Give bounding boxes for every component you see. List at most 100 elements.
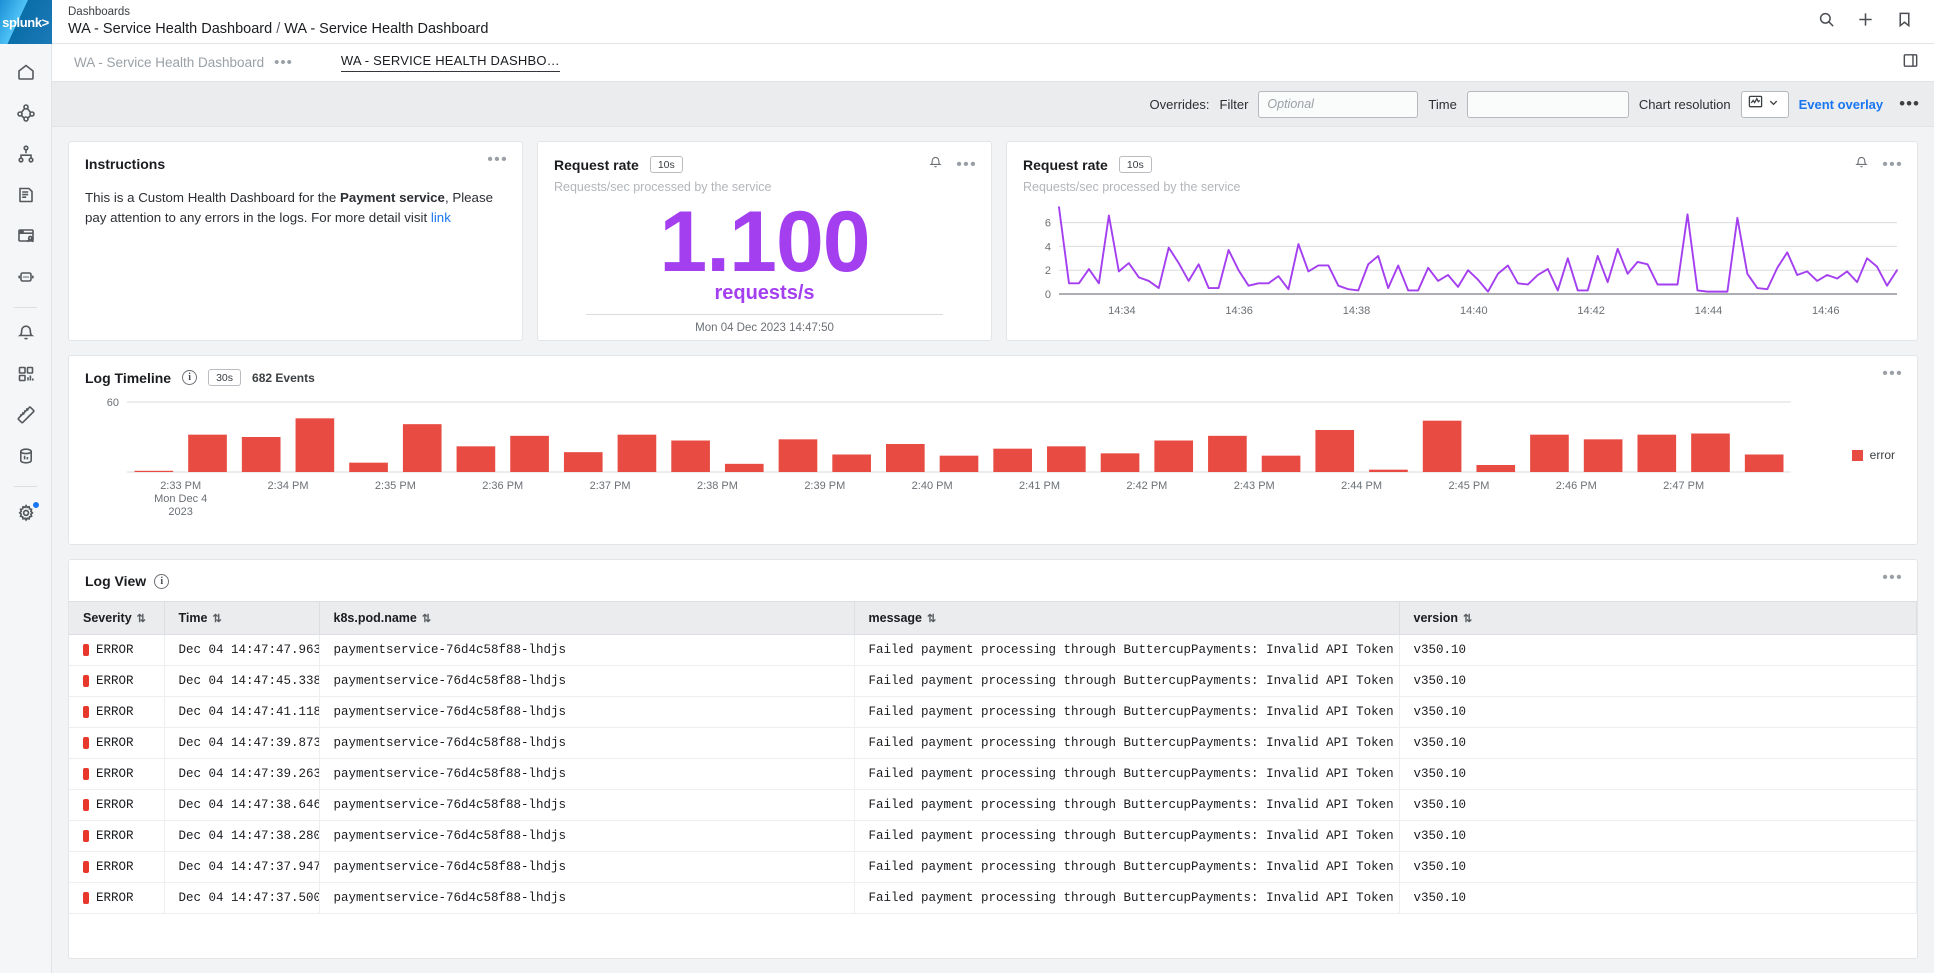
log-view-actions: ••• <box>1882 570 1903 586</box>
cell-severity: ERROR <box>69 665 165 697</box>
dashboard-content: Instructions ••• This is a Custom Health… <box>52 127 1934 973</box>
log-timeline-more-icon[interactable]: ••• <box>1882 366 1903 382</box>
cell-pod-name: paymentservice-76d4c58f88-lhdjs <box>319 882 855 914</box>
sort-arrows-icon[interactable]: ⇅ <box>1463 613 1472 625</box>
toolbar-more-icon[interactable]: ••• <box>1893 94 1920 114</box>
tab-service-health-dashboard[interactable]: WA - SERVICE HEALTH DASHBO… <box>335 44 566 81</box>
breadcrumb-group[interactable]: WA - Service Health Dashboard <box>68 21 272 37</box>
column-header-severity[interactable]: Severity ⇅ <box>69 601 165 635</box>
table-row[interactable]: ERROR Dec 04 14:47:37.947 paymentservice-7… <box>69 851 1917 883</box>
breadcrumb: Dashboards WA - Service Health Dashboard… <box>68 5 1817 39</box>
tab-dashboard-group-label: WA - Service Health Dashboard <box>74 55 265 70</box>
plus-icon[interactable] <box>1856 10 1875 34</box>
splunk-logo-text: splunk> <box>2 14 49 30</box>
cell-severity: ERROR <box>69 634 165 666</box>
sidebar-panel-toggle-icon[interactable] <box>1901 51 1920 75</box>
log-view-more-icon[interactable]: ••• <box>1882 570 1903 586</box>
sidebar-item-data[interactable] <box>0 438 52 479</box>
table-row[interactable]: ERROR Dec 04 14:47:45.338 paymentservice-7… <box>69 665 1917 697</box>
cell-pod-name: paymentservice-76d4c58f88-lhdjs <box>319 758 855 790</box>
column-header-label: version <box>1413 611 1458 625</box>
request-rate-line-panel: Request rate 10s ••• Requests/sec proces… <box>1006 141 1918 341</box>
column-header-message[interactable]: message ⇅ <box>854 601 1400 635</box>
bookmark-icon[interactable] <box>1895 10 1914 34</box>
svg-text:14:44: 14:44 <box>1695 305 1723 317</box>
svg-text:4: 4 <box>1045 241 1051 253</box>
instructions-body: This is a Custom Health Dashboard for th… <box>85 188 506 228</box>
request-rate-single-more-icon[interactable]: ••• <box>956 157 977 173</box>
tab-dashboard-group[interactable]: WA - Service Health Dashboard ••• <box>68 44 299 81</box>
sidebar-item-service-map[interactable] <box>0 95 52 136</box>
logs-icon <box>16 185 36 210</box>
info-icon[interactable]: i <box>154 573 170 589</box>
request-rate-value: 1.100 <box>659 194 870 290</box>
svg-text:2: 2 <box>1045 265 1051 277</box>
bell-icon[interactable] <box>928 155 943 175</box>
chart-resolution-select[interactable] <box>1740 90 1789 118</box>
instructions-header: Instructions <box>85 156 506 172</box>
table-row[interactable]: ERROR Dec 04 14:47:39.263 paymentservice-7… <box>69 758 1917 790</box>
request-rate-line-subtitle: Requests/sec processed by the service <box>1023 180 1241 194</box>
alerts-bell-icon <box>16 323 36 348</box>
breadcrumb-top[interactable]: Dashboards <box>68 5 1817 19</box>
splunk-logo[interactable]: splunk> <box>0 0 52 44</box>
service-map-icon <box>16 103 36 128</box>
instructions-more-icon[interactable]: ••• <box>487 152 508 168</box>
svg-text:2:46 PM: 2:46 PM <box>1556 480 1597 492</box>
sidebar-item-home[interactable] <box>0 54 52 95</box>
sort-arrows-icon[interactable]: ⇅ <box>137 613 146 625</box>
severity-label: ERROR <box>96 829 134 843</box>
instructions-link[interactable]: link <box>431 210 451 225</box>
chevron-down-icon <box>1768 95 1779 113</box>
cell-time: Dec 04 14:47:45.338 <box>164 665 320 697</box>
severity-indicator <box>83 799 89 811</box>
synthetics-robot-icon <box>16 267 36 292</box>
sidebar-item-alerts[interactable] <box>0 315 52 356</box>
sort-arrows-icon[interactable]: ⇅ <box>212 613 221 625</box>
severity-indicator <box>83 830 89 842</box>
topology-icon <box>16 144 36 169</box>
table-row[interactable]: ERROR Dec 04 14:47:37.500 paymentservice-7… <box>69 882 1917 914</box>
cell-severity: ERROR <box>69 758 165 790</box>
request-rate-line-header: Request rate 10s <box>1023 156 1901 173</box>
log-timeline-chart[interactable]: 60 2:33 PM Mon Dec 4 2023 2:34 PM 2:35 PM 2:36… <box>85 392 1901 520</box>
search-icon[interactable] <box>1817 10 1836 34</box>
sidebar-item-synthetics[interactable] <box>0 259 52 300</box>
event-overlay-button[interactable]: Event overlay <box>1799 97 1884 112</box>
sidebar-item-rum[interactable] <box>0 218 52 259</box>
filter-input[interactable] <box>1258 90 1419 118</box>
svg-text:2:43 PM: 2:43 PM <box>1234 480 1275 492</box>
table-row[interactable]: ERROR Dec 04 14:47:38.646 paymentservice-7… <box>69 789 1917 821</box>
cell-message: Failed payment processing through Butter… <box>854 758 1400 790</box>
info-icon[interactable]: i <box>182 370 198 385</box>
table-row[interactable]: ERROR Dec 04 14:47:47.963 paymentservice-7… <box>69 634 1917 666</box>
request-rate-timestamp: Mon 04 Dec 2023 14:47:50 <box>695 322 834 334</box>
request-rate-value-block: 1.100 requests/s Mon 04 Dec 2023 14:47:5… <box>554 196 975 334</box>
bell-icon[interactable] <box>1854 155 1869 175</box>
request-rate-line-more-icon[interactable]: ••• <box>1882 157 1903 173</box>
severity-label: ERROR <box>96 705 134 719</box>
severity-label: ERROR <box>96 674 134 688</box>
column-header-label: k8s.pod.name <box>333 611 417 625</box>
sidebar-item-settings[interactable] <box>0 494 52 535</box>
breadcrumb-separator: / <box>276 20 281 37</box>
time-input[interactable] <box>1466 90 1629 118</box>
tab-group-more-icon[interactable]: ••• <box>274 54 293 71</box>
column-header-pod[interactable]: k8s.pod.name ⇅ <box>319 601 855 635</box>
sidebar-item-dashboards[interactable] <box>0 356 52 397</box>
log-timeline-panel: Log Timeline i 30s 682 Events ••• 60 2:33… <box>68 355 1918 545</box>
sort-arrows-icon[interactable]: ⇅ <box>422 613 431 625</box>
left-nav-rail: splunk> <box>0 0 52 973</box>
sidebar-item-logs[interactable] <box>0 177 52 218</box>
column-header-version[interactable]: version ⇅ <box>1399 601 1917 635</box>
request-rate-line-chart[interactable]: 0 2 4 6 14:34 14:36 14:38 14:40 14:42 14:44 14:46 <box>1023 200 1901 324</box>
table-row[interactable]: ERROR Dec 04 14:47:39.873 paymentservice-7… <box>69 727 1917 759</box>
severity-indicator <box>83 892 89 904</box>
cell-message: Failed payment processing through Butter… <box>854 789 1400 821</box>
sort-arrows-icon[interactable]: ⇅ <box>927 613 936 625</box>
table-row[interactable]: ERROR Dec 04 14:47:41.118 paymentservice-7… <box>69 696 1917 728</box>
sidebar-item-metrics[interactable] <box>0 397 52 438</box>
column-header-time[interactable]: Time ⇅ <box>164 601 320 635</box>
sidebar-item-topology[interactable] <box>0 136 52 177</box>
table-row[interactable]: ERROR Dec 04 14:47:38.280 paymentservice-7… <box>69 820 1917 852</box>
